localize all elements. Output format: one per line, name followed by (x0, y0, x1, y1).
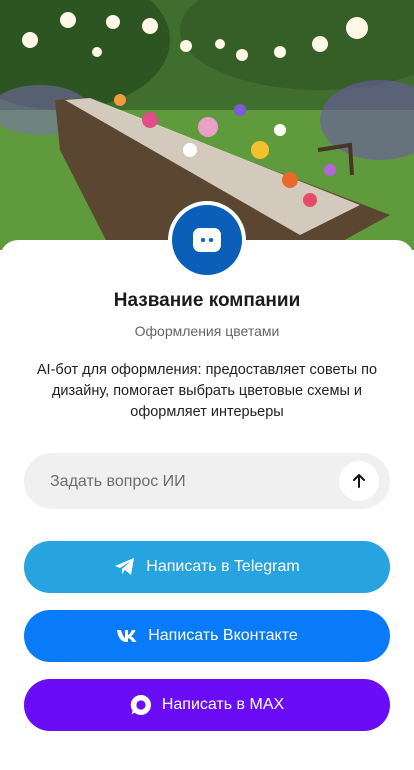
max-button[interactable]: Написать в MAX (24, 679, 390, 731)
max-button-label: Написать в MAX (161, 696, 285, 713)
company-logo (168, 201, 246, 279)
vk-button[interactable]: Написать Вконтакте (24, 610, 390, 662)
telegram-icon (114, 557, 136, 577)
send-button[interactable] (339, 461, 379, 501)
ask-ai-field (24, 453, 390, 511)
company-category: Оформления цветами (134, 323, 280, 339)
arrow-up-icon (353, 474, 365, 488)
telegram-button-label: Написать в Telegram (146, 558, 300, 575)
vk-icon (116, 629, 138, 643)
max-icon (130, 694, 152, 716)
chat-bubble-icon (172, 205, 242, 275)
company-description: AI-бот для оформления: предоставляет сов… (36, 362, 378, 420)
ask-ai-input[interactable] (48, 453, 352, 511)
vk-button-label: Написать Вконтакте (148, 627, 298, 644)
company-name: Название компании (113, 290, 301, 311)
telegram-button[interactable]: Написать в Telegram (24, 541, 390, 593)
